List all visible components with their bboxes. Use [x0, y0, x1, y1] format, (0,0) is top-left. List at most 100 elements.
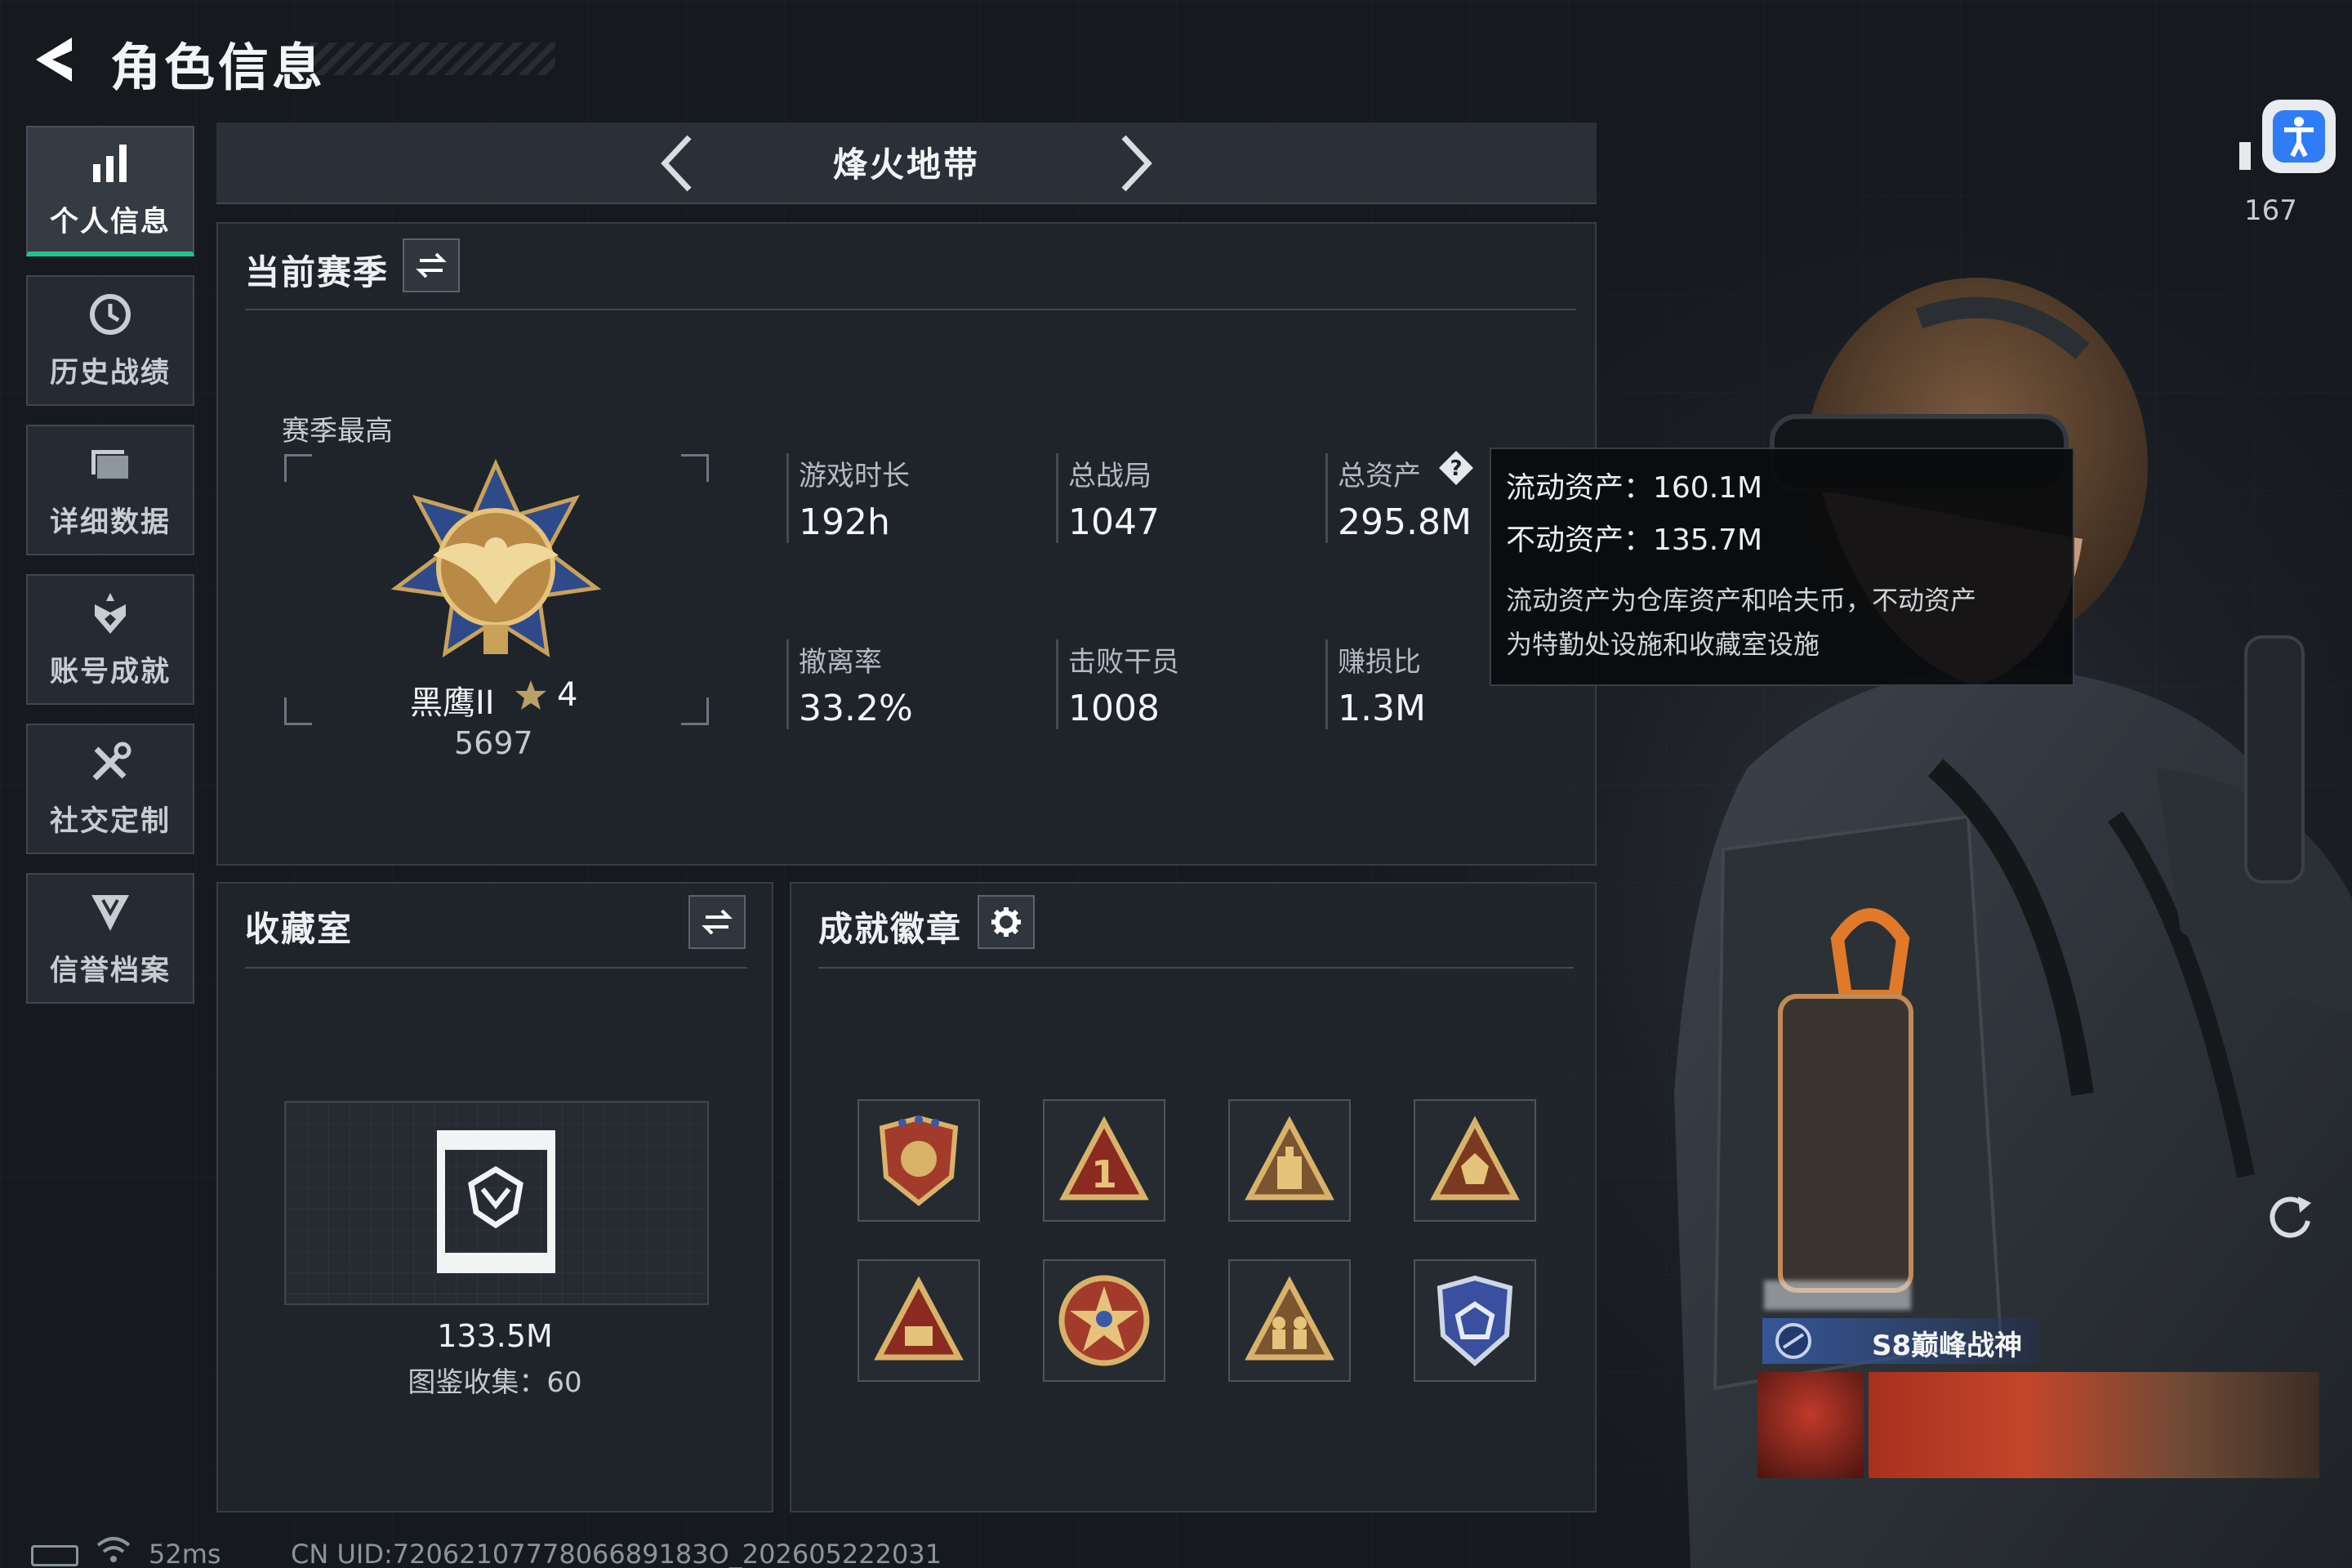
tools-icon — [92, 742, 131, 780]
star-icon — [515, 680, 546, 710]
divider — [818, 967, 1574, 969]
signal-bar-icon — [2239, 142, 2251, 170]
star-medal-badge-icon — [1058, 1275, 1150, 1366]
sidebar-item-label: 信誉档案 — [49, 954, 171, 987]
wifi-icon — [96, 1537, 131, 1562]
season-title: 当前赛季 — [245, 252, 390, 292]
rotate-icon[interactable] — [2262, 1188, 2319, 1245]
sidebar-item-label: 历史战绩 — [49, 356, 171, 390]
title-decoration — [310, 42, 555, 75]
title-badge: S8巅峰战神 — [1872, 1330, 2023, 1362]
badges-settings-button[interactable] — [978, 895, 1035, 949]
triangle-one-badge-icon: 1 — [1059, 1116, 1149, 1200]
sidebar-item-label: 详细数据 — [49, 506, 171, 539]
tooltip-desc-line2: 为特勤处设施和收藏室设施 — [1506, 629, 1820, 660]
frame-corner — [681, 697, 709, 725]
stat-divider — [786, 453, 789, 543]
sidebar-item-label: 社交定制 — [49, 804, 171, 838]
rank-stars: 4 — [557, 676, 578, 714]
collection-cabinet-icon — [437, 1130, 555, 1273]
tooltip-desc-line1: 流动资产为仓库资产和哈夫币，不动资产 — [1506, 585, 1977, 616]
player-avatar[interactable] — [1757, 1372, 1864, 1478]
page-title: 角色信息 — [110, 38, 327, 97]
sidebar-item-detailed-data[interactable]: 详细数据 — [26, 425, 194, 555]
ping-text: 52ms — [149, 1539, 221, 1568]
stat-label: 击败干员 — [1068, 646, 1179, 679]
rank-name: 黑鹰II — [410, 684, 495, 722]
achievement-badge[interactable]: 1 — [1043, 1099, 1165, 1222]
uid-text: CN UID:7206210777806689183O_202605222031 — [291, 1539, 942, 1568]
sidebar-item-achievements[interactable]: 账号成就 — [26, 574, 194, 705]
tooltip-fixed: 不动资产：135.7M — [1506, 523, 1763, 557]
shield-badge-icon — [879, 1115, 959, 1206]
triangle-squad-badge-icon — [1245, 1276, 1334, 1361]
achievement-badge[interactable] — [858, 1259, 980, 1382]
sidebar-item-label: 账号成就 — [49, 655, 171, 688]
stat-label: 撤离率 — [799, 646, 882, 679]
shield-credit-icon — [91, 894, 129, 931]
stat-divider — [1056, 453, 1058, 543]
rank-emblem-icon — [390, 458, 602, 658]
gear-icon — [991, 907, 1021, 937]
triangle-troops-badge-icon — [1245, 1116, 1334, 1200]
help-icon[interactable]: ? — [1437, 449, 1475, 487]
svg-text:1: 1 — [1091, 1152, 1117, 1196]
sidebar-item-label: 个人信息 — [49, 205, 171, 238]
sidebar-item-history[interactable]: 历史战绩 — [26, 275, 194, 406]
player-banner[interactable] — [1869, 1372, 2319, 1478]
battery-icon — [31, 1545, 78, 1566]
sidebar-item-personal-info[interactable]: 个人信息 — [26, 126, 194, 256]
swap-icon — [702, 909, 733, 935]
accessibility-button[interactable] — [2262, 100, 2336, 173]
blue-shield-badge-icon — [1437, 1275, 1513, 1366]
back-arrow-icon[interactable] — [24, 31, 82, 88]
season-best-label: 赛季最高 — [282, 415, 393, 448]
asset-tooltip: 流动资产：160.1M 不动资产：135.7M 流动资产为仓库资产和哈夫币，不动… — [1490, 448, 2074, 686]
map-title: 烽火地带 — [832, 145, 980, 185]
stat-value: 1.3M — [1338, 688, 1426, 729]
triangle-emblem-badge-icon — [1430, 1116, 1520, 1200]
frame-corner — [681, 454, 709, 482]
profile-count: 167 — [2244, 194, 2297, 227]
stat-divider — [1325, 453, 1328, 543]
frame-corner — [284, 697, 312, 725]
stat-divider — [1325, 639, 1328, 729]
collection-count: 图鉴收集：60 — [408, 1366, 582, 1399]
stat-label: 总资产 — [1338, 460, 1421, 492]
tooltip-liquid: 流动资产：160.1M — [1506, 471, 1763, 505]
divider — [245, 967, 747, 969]
collection-switch-button[interactable] — [688, 895, 746, 949]
achievement-badge[interactable] — [1414, 1259, 1536, 1382]
stat-value: 33.2% — [799, 688, 913, 729]
frame-corner — [284, 454, 312, 482]
divider — [245, 309, 1576, 310]
stat-divider — [1056, 639, 1058, 729]
achievement-badge[interactable] — [858, 1099, 980, 1222]
achievement-badge[interactable] — [1228, 1259, 1351, 1382]
season-title-icon — [1775, 1323, 1811, 1359]
achievement-badge[interactable] — [1043, 1259, 1165, 1382]
sidebar-item-credit[interactable]: 信誉档案 — [26, 873, 194, 1004]
sidebar-item-social[interactable]: 社交定制 — [26, 724, 194, 854]
bar-chart-icon — [93, 144, 127, 182]
stat-label: 赚损比 — [1338, 646, 1421, 679]
swap-icon — [416, 252, 447, 278]
player-name-obscured — [1764, 1281, 1911, 1310]
achievement-badge[interactable] — [1414, 1099, 1536, 1222]
achievement-badge[interactable] — [1228, 1099, 1351, 1222]
prev-map-chevron-icon[interactable] — [653, 131, 702, 196]
next-map-chevron-icon[interactable] — [1111, 131, 1160, 196]
history-clock-icon — [90, 293, 131, 335]
collection-title: 收藏室 — [245, 909, 354, 949]
achievement-icon — [95, 592, 126, 634]
folder-icon — [91, 449, 130, 480]
collection-value: 133.5M — [437, 1318, 553, 1354]
stat-value: 1008 — [1068, 688, 1160, 729]
rank-score: 5697 — [454, 725, 533, 761]
accessibility-icon — [2273, 110, 2325, 163]
season-switch-button[interactable] — [403, 238, 460, 292]
svg-text:?: ? — [1450, 457, 1462, 481]
badges-title: 成就徽章 — [818, 909, 963, 949]
stat-label: 游戏时长 — [799, 460, 910, 492]
stat-value: 192h — [799, 501, 890, 543]
